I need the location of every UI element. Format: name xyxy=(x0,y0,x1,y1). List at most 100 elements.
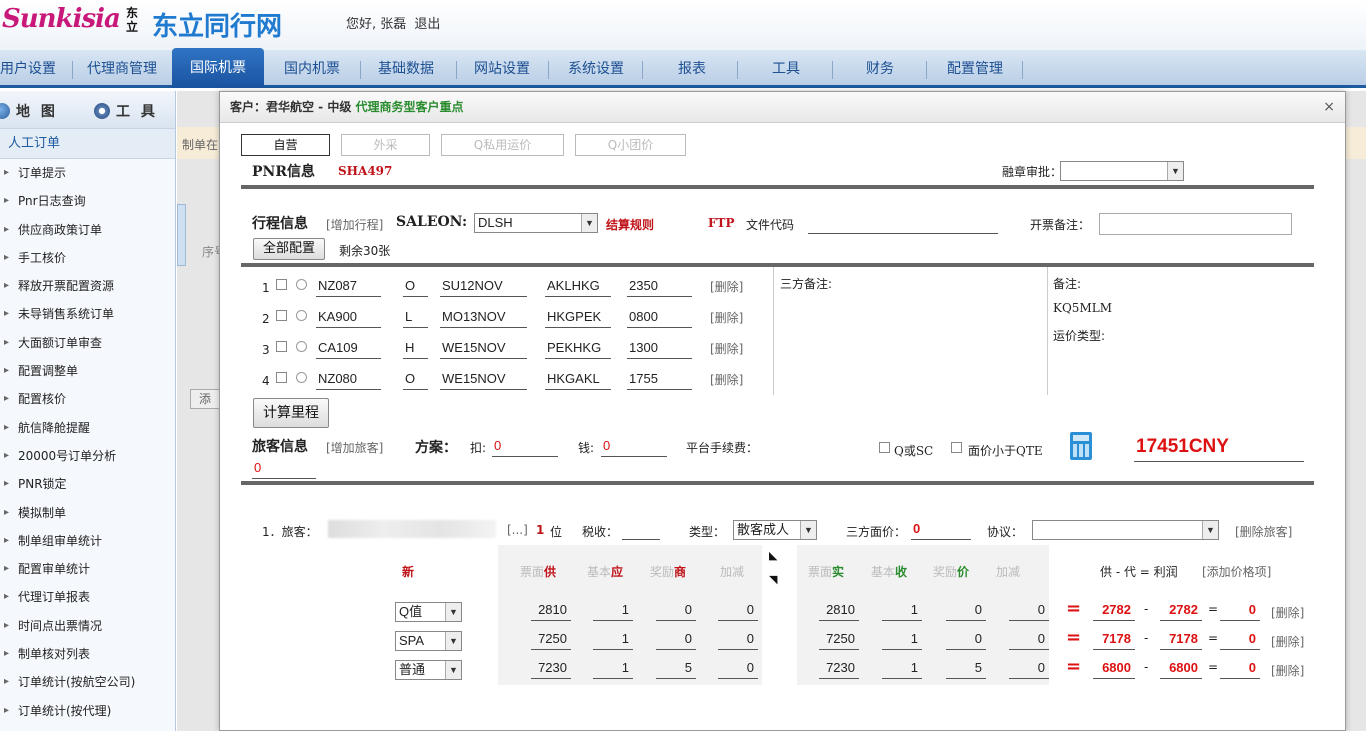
fee-type-select[interactable]: SPA ▼ xyxy=(395,631,462,651)
sidebar-item[interactable]: 供应商政策订单 xyxy=(0,216,175,244)
route-input[interactable]: AKLHKG xyxy=(545,277,611,297)
route-input[interactable]: HKGAKL xyxy=(545,370,611,390)
flight-date-input[interactable]: MO13NOV xyxy=(440,308,527,328)
sidebar-item[interactable]: 释放开票配置资源 xyxy=(0,272,175,300)
cabin-class-input[interactable]: O xyxy=(403,277,428,297)
supply-reward-input[interactable]: 0 xyxy=(656,630,696,650)
sidebar-item[interactable]: 配置调整单 xyxy=(0,357,175,385)
flight-number-input[interactable]: NZ080 xyxy=(316,370,381,390)
actual-adjust-input[interactable]: 0 xyxy=(1009,630,1049,650)
toggle-arrows-icon[interactable]: ◣ ◥ xyxy=(769,550,777,586)
sidebar-item[interactable]: 手工核价 xyxy=(0,244,175,272)
sidebar-item[interactable]: 配置审单统计 xyxy=(0,555,175,583)
file-code-input[interactable] xyxy=(808,214,998,234)
sidebar-item[interactable]: 配置核价 xyxy=(0,385,175,413)
sidebar-item[interactable]: 时间点出票情况 xyxy=(0,612,175,640)
supply-reward-input[interactable]: 5 xyxy=(656,659,696,679)
delete-segment-link[interactable]: [删除] xyxy=(710,371,743,388)
actual-base-input[interactable]: 1 xyxy=(882,630,922,650)
ticket-note-input[interactable] xyxy=(1099,213,1292,235)
segment-radio[interactable] xyxy=(296,279,307,290)
flight-date-input[interactable]: WE15NOV xyxy=(440,339,527,359)
nav-system-settings[interactable]: 系统设置 xyxy=(568,50,624,88)
flight-number-input[interactable]: KA900 xyxy=(316,308,381,328)
segment-checkbox[interactable] xyxy=(276,310,287,321)
passenger-more-link[interactable]: [...] xyxy=(507,523,528,537)
sidebar-item[interactable]: 代理订单报表 xyxy=(0,583,175,611)
cabin-class-input[interactable]: O xyxy=(403,370,428,390)
sidebar-item[interactable]: 大面额订单审查 xyxy=(0,329,175,357)
actual-adjust-input[interactable]: 0 xyxy=(1009,659,1049,679)
departure-time-input[interactable]: 0800 xyxy=(627,308,692,328)
actual-face-input[interactable]: 7230 xyxy=(819,659,859,679)
departure-time-input[interactable]: 2350 xyxy=(627,277,692,297)
passenger-type-select[interactable]: 散客成人 ▼ xyxy=(733,520,817,540)
tab-self-operated[interactable]: 自营 xyxy=(241,134,330,156)
segment-checkbox[interactable] xyxy=(276,341,287,352)
segment-radio[interactable] xyxy=(296,341,307,352)
money-input[interactable]: 0 xyxy=(601,437,667,457)
cabin-class-input[interactable]: L xyxy=(403,308,428,328)
sidebar-item[interactable]: 制单核对列表 xyxy=(0,640,175,668)
delete-segment-link[interactable]: [删除] xyxy=(710,340,743,357)
sidebar-item[interactable]: 订单统计(按代理) xyxy=(0,697,175,725)
sidebar-item[interactable]: 未导销售系统订单 xyxy=(0,300,175,328)
nav-config-management[interactable]: 配置管理 xyxy=(947,50,1003,88)
nav-domestic-tickets[interactable]: 国内机票 xyxy=(284,50,340,88)
add-price-item-link[interactable]: [添加价格项] xyxy=(1202,563,1271,580)
calculate-mileage-button[interactable]: 计算里程 xyxy=(253,398,329,428)
segment-radio[interactable] xyxy=(296,372,307,383)
deduct-input[interactable]: 0 xyxy=(492,437,558,457)
flight-date-input[interactable]: SU12NOV xyxy=(440,277,527,297)
sidebar-item[interactable]: PNR锁定 xyxy=(0,470,175,498)
cabin-class-input[interactable]: H xyxy=(403,339,428,359)
supply-adjust-input[interactable]: 0 xyxy=(718,630,758,650)
sidebar-item[interactable]: 20000号订单分析 xyxy=(0,442,175,470)
nav-reports[interactable]: 报表 xyxy=(678,50,706,88)
flight-date-input[interactable]: WE15NOV xyxy=(440,370,527,390)
supply-face-input[interactable]: 2810 xyxy=(531,601,571,621)
sidebar-item[interactable]: 航信降舱提醒 xyxy=(0,414,175,442)
segment-radio[interactable] xyxy=(296,310,307,321)
add-trip-link[interactable]: [增加行程] xyxy=(326,216,383,233)
tab-q-private-fare[interactable]: Q私用运价 xyxy=(441,134,564,156)
sidebar-collapse-handle[interactable] xyxy=(177,204,186,266)
q-or-sc-checkbox[interactable] xyxy=(879,442,890,453)
route-input[interactable]: PEKHKG xyxy=(545,339,611,359)
sidebar-item[interactable]: 订单统计(按航空公司) xyxy=(0,668,175,696)
nav-agent-management[interactable]: 代理商管理 xyxy=(87,50,157,88)
flight-number-input[interactable]: NZ087 xyxy=(316,277,381,297)
actual-reward-input[interactable]: 5 xyxy=(946,659,986,679)
actual-adjust-input[interactable]: 0 xyxy=(1009,601,1049,621)
flight-number-input[interactable]: CA109 xyxy=(316,339,381,359)
departure-time-input[interactable]: 1755 xyxy=(627,370,692,390)
saleon-select[interactable]: DLSH ▼ xyxy=(474,213,598,233)
sidebar-item[interactable]: 订单提示 xyxy=(0,159,175,187)
logout-link[interactable]: 退出 xyxy=(414,17,440,32)
sidebar-item[interactable]: 模拟制单 xyxy=(0,499,175,527)
sidebar-section-header[interactable]: 人工订单 xyxy=(0,129,175,159)
actual-base-input[interactable]: 1 xyxy=(882,659,922,679)
actual-base-input[interactable]: 1 xyxy=(882,601,922,621)
sidebar-item[interactable]: 制单组审单统计 xyxy=(0,527,175,555)
departure-time-input[interactable]: 1300 xyxy=(627,339,692,359)
delete-fee-link[interactable]: [删除] xyxy=(1271,662,1304,679)
approval-select[interactable]: ▼ xyxy=(1060,161,1184,181)
tax-input[interactable] xyxy=(622,520,660,540)
tab-outsourced[interactable]: 外采 xyxy=(341,134,430,156)
tri-face-input[interactable]: 0 xyxy=(911,520,971,540)
actual-face-input[interactable]: 2810 xyxy=(819,601,859,621)
nav-international-tickets[interactable]: 国际机票 xyxy=(172,48,264,88)
delete-fee-link[interactable]: [删除] xyxy=(1271,604,1304,621)
delete-passenger-link[interactable]: [删除旅客] xyxy=(1235,523,1292,540)
settlement-rules-link[interactable]: 结算规则 xyxy=(606,216,654,233)
supply-face-input[interactable]: 7250 xyxy=(531,630,571,650)
route-input[interactable]: HKGPEK xyxy=(545,308,611,328)
tab-tools[interactable]: 工 具 xyxy=(94,101,158,121)
nav-site-settings[interactable]: 网站设置 xyxy=(474,50,530,88)
sidebar-item[interactable]: Pnr日志查询 xyxy=(0,187,175,215)
face-lt-qte-checkbox[interactable] xyxy=(951,442,962,453)
supply-reward-input[interactable]: 0 xyxy=(656,601,696,621)
add-passenger-link[interactable]: [增加旅客] xyxy=(326,439,383,456)
nav-basic-data[interactable]: 基础数据 xyxy=(378,50,434,88)
